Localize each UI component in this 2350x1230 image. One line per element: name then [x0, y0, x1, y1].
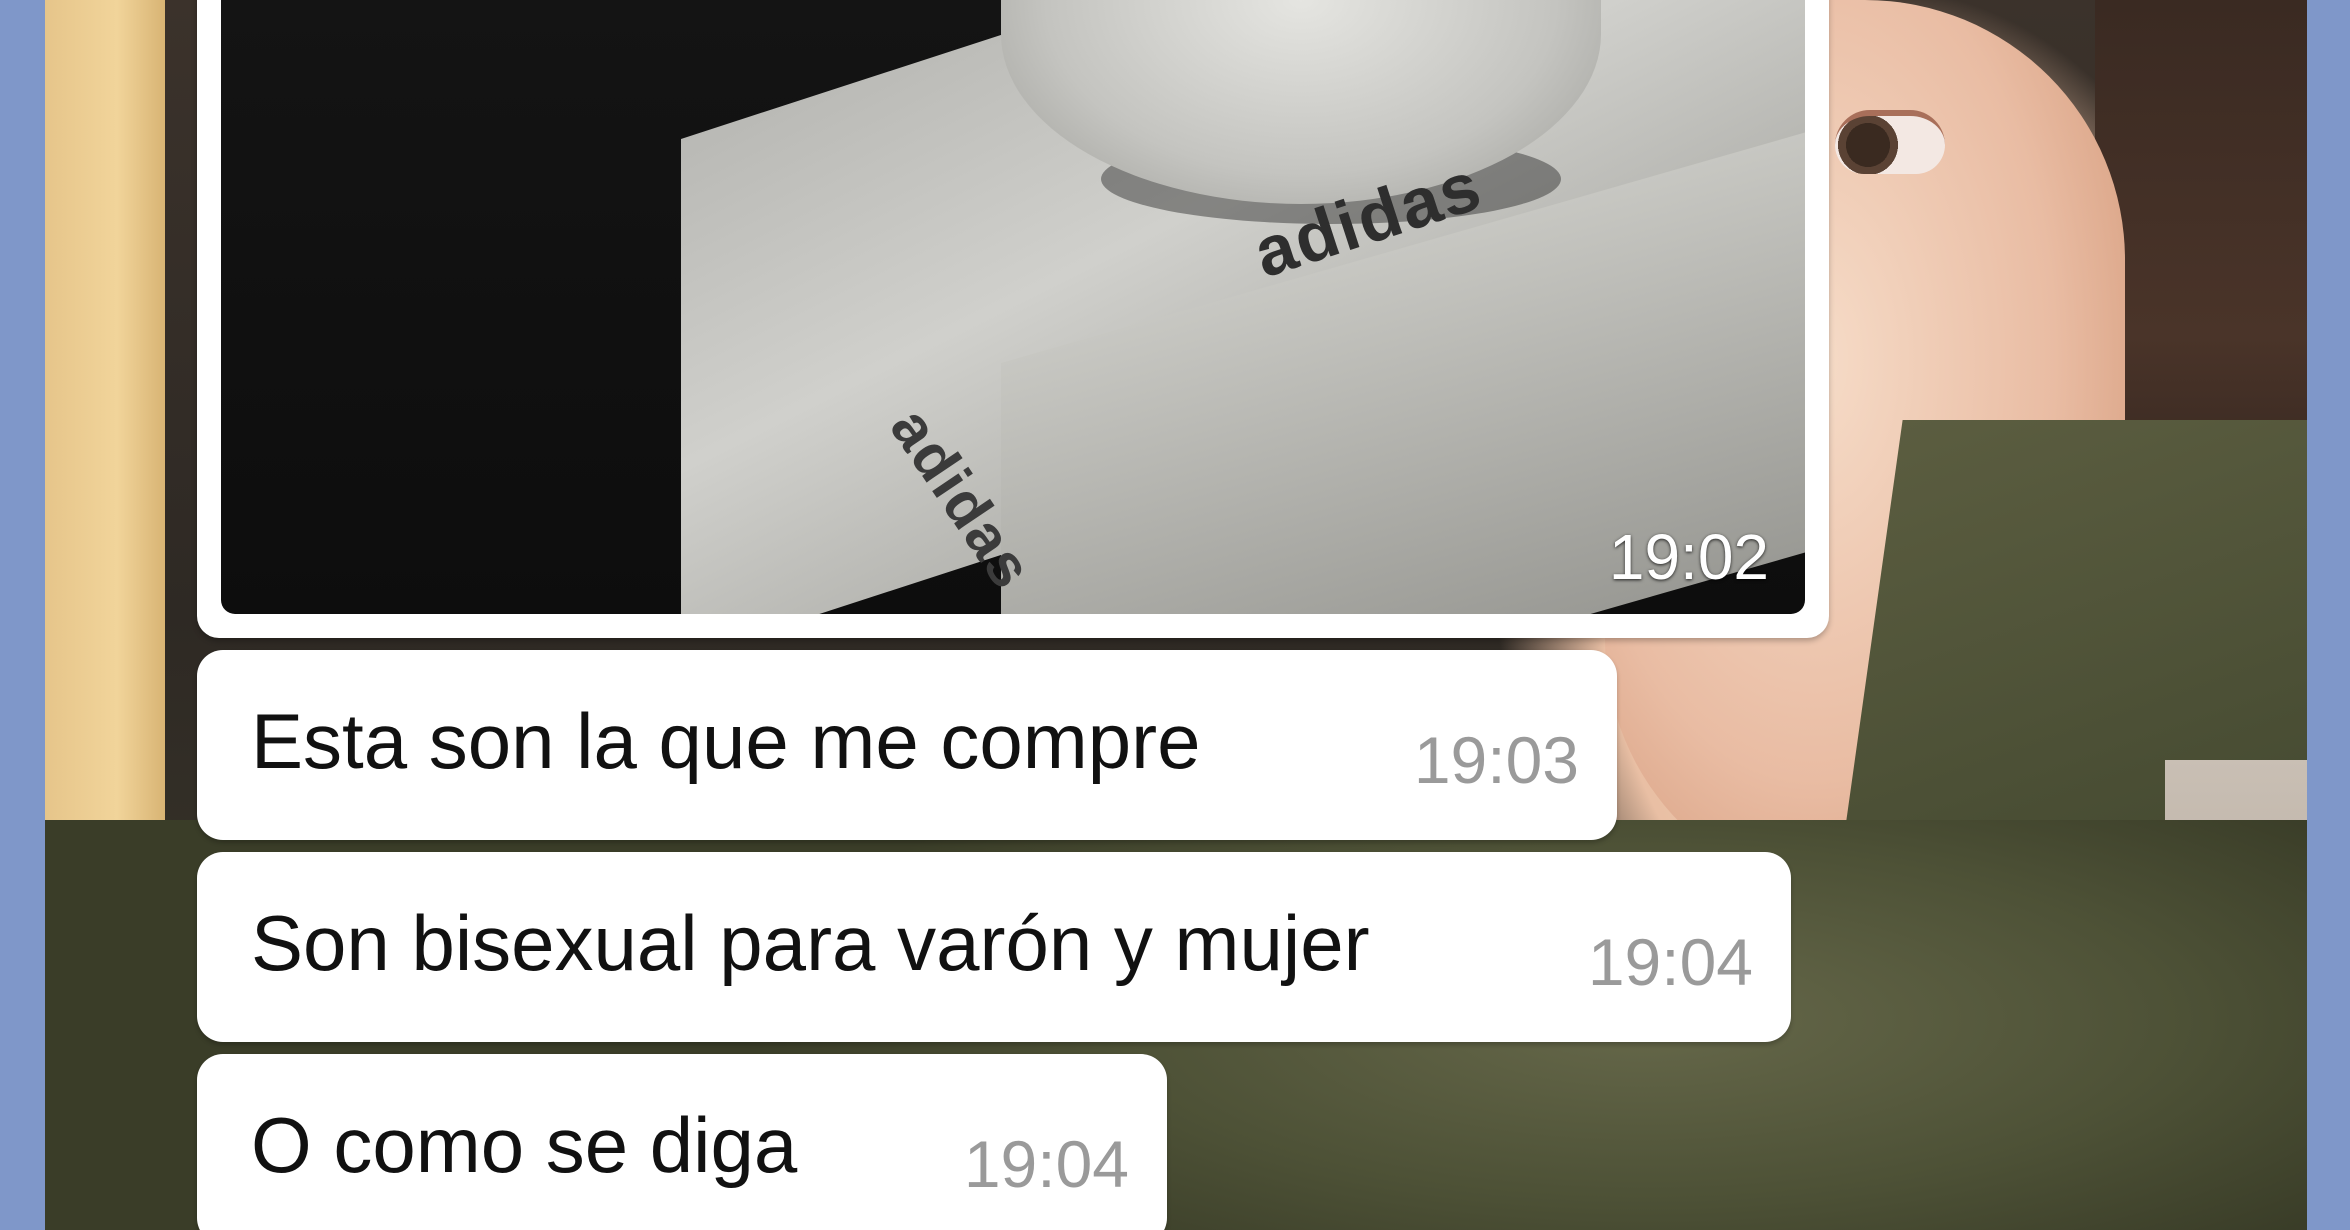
message-bubble[interactable]: Esta son la que me compre 19:03	[197, 650, 1617, 840]
message-time: 19:03	[1413, 723, 1579, 797]
message-text: Son bisexual para varón y mujer	[251, 899, 1370, 987]
background-photo: adidas adidas 19:02 Esta son la que me c…	[45, 0, 2307, 1230]
message-time: 19:04	[963, 1127, 1129, 1201]
image-message-bubble[interactable]: adidas adidas 19:02	[197, 0, 1829, 638]
message-bubble[interactable]: Son bisexual para varón y mujer 19:04	[197, 852, 1791, 1042]
shoe-box-photo[interactable]: adidas adidas 19:02	[221, 0, 1805, 614]
message-time: 19:04	[1587, 925, 1753, 999]
message-text: O como se diga	[251, 1101, 798, 1189]
message-bubble[interactable]: O como se diga 19:04	[197, 1054, 1167, 1230]
screenshot-frame: adidas adidas 19:02 Esta son la que me c…	[0, 0, 2350, 1230]
background-eye	[1835, 110, 1945, 174]
message-text: Esta son la que me compre	[251, 697, 1201, 785]
image-message-time: 19:02	[1608, 521, 1769, 593]
